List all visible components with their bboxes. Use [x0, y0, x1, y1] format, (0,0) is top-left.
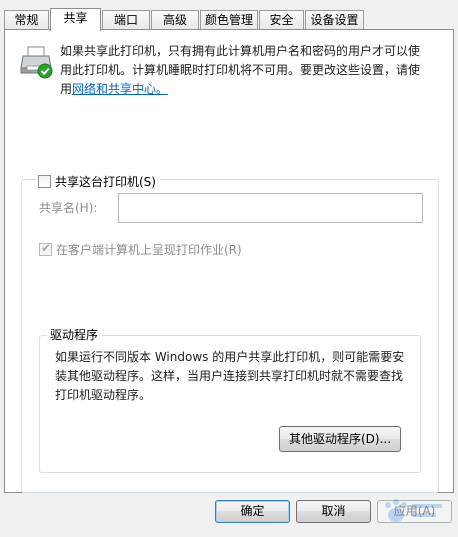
render-jobs-option[interactable]: ✔ 在客户端计算机上呈现打印作业(R) — [39, 241, 242, 258]
share-name-input[interactable] — [118, 193, 423, 223]
baidu-watermark-icon — [385, 499, 442, 522]
tab-sharing[interactable]: 共享 — [50, 8, 101, 31]
additional-drivers-button[interactable]: 其他驱动程序(D)... — [279, 426, 401, 452]
render-jobs-checkbox[interactable]: ✔ — [39, 241, 52, 256]
printer-icon — [20, 46, 53, 79]
cancel-button[interactable]: 取消 — [296, 500, 371, 523]
intro-line-3: 用网络和共享中心。 — [60, 80, 450, 99]
tab-ports[interactable]: 端口 — [102, 10, 150, 30]
intro-line-1: 如果共享此打印机，只有拥有此计算机用户名和密码的用户才可以使 — [60, 44, 421, 58]
ok-button[interactable]: 确定 — [215, 500, 290, 523]
network-sharing-center-link[interactable]: 网络和共享中心。 — [72, 82, 168, 96]
checkmark-icon: ✔ — [41, 241, 52, 255]
sharing-tab-panel: 如果共享此打印机，只有拥有此计算机用户名和密码的用户才可以使 用此打印机。计算机… — [4, 29, 454, 493]
drivers-text-line-2: 装其他驱动程序。这样，当用户连接到共享打印机时就不需要查找 — [55, 369, 404, 383]
drivers-group-title: 驱动程序 — [47, 326, 102, 343]
share-printer-option[interactable]: 共享这台打印机(S) — [36, 172, 160, 190]
share-printer-checkbox[interactable] — [38, 174, 51, 188]
share-name-label: 共享名(H): — [39, 201, 98, 215]
drivers-text-line-1: 如果运行不同版本 Windows 的用户共享此打印机，则可能需要安 — [55, 350, 405, 364]
tab-device-settings[interactable]: 设备设置 — [305, 10, 364, 30]
tab-general[interactable]: 常规 — [4, 10, 49, 30]
drivers-description: 如果运行不同版本 Windows 的用户共享此打印机，则可能需要安 装其他驱动程… — [55, 348, 417, 405]
tab-color-management[interactable]: 颜色管理 — [200, 10, 258, 30]
drivers-text-line-3: 打印机驱动程序。 — [55, 388, 152, 402]
tab-security[interactable]: 安全 — [259, 10, 304, 30]
intro-line-2: 用此打印机。计算机睡眠时打印机将不可用。要更改这些设置，请使 — [60, 63, 421, 77]
render-jobs-label: 在客户端计算机上呈现打印作业(R) — [56, 243, 242, 257]
share-printer-label: 共享这台打印机(S) — [55, 174, 156, 189]
tab-advanced[interactable]: 高级 — [151, 10, 199, 30]
sharing-description: 如果共享此打印机，只有拥有此计算机用户名和密码的用户才可以使 用此打印机。计算机… — [60, 42, 450, 99]
intro-line-3-prefix: 用 — [60, 82, 73, 96]
